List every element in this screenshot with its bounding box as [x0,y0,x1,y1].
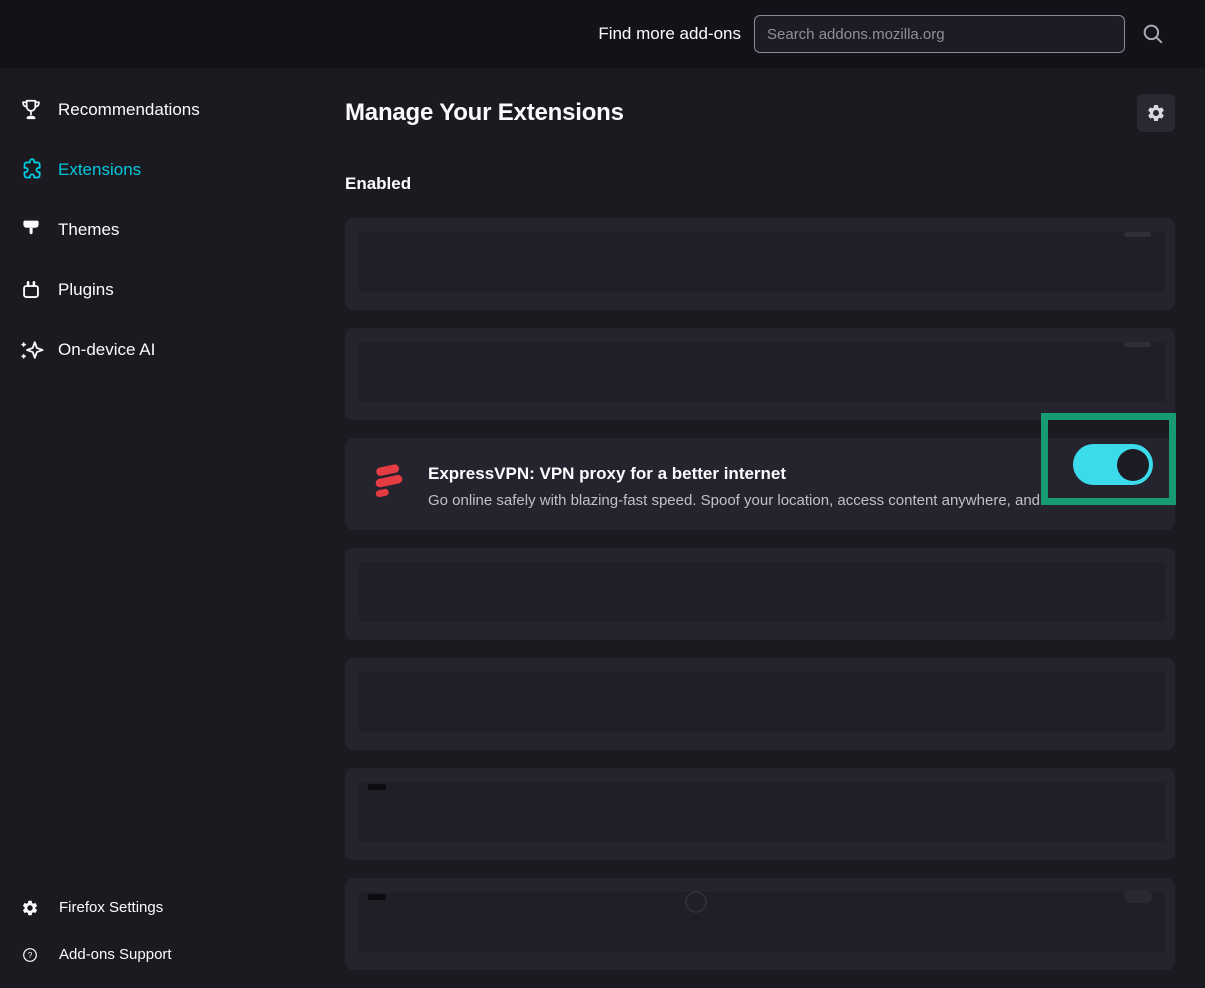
page-title: Manage Your Extensions [345,99,624,127]
redacted-circle-hint [685,891,707,913]
extension-card-list: ExpressVPN: VPN proxy for a better inter… [345,218,1175,970]
sidebar-item-label: Recommendations [58,100,200,120]
sidebar-footer-label: Firefox Settings [59,899,163,916]
sidebar-item-firefox-settings[interactable]: Firefox Settings [0,884,345,931]
redacted-toggle-hint [1124,342,1151,347]
sidebar-item-label: Extensions [58,160,141,180]
sparkle-icon [18,337,44,363]
search-input[interactable] [754,15,1125,53]
search-icon [1140,21,1166,47]
redacted-content [359,892,1165,952]
plug-icon [18,277,44,303]
search-button[interactable] [1138,19,1168,49]
extension-card-placeholder[interactable] [345,218,1175,310]
paintbrush-icon [18,217,44,243]
sidebar-item-themes[interactable]: Themes [0,200,345,260]
redacted-content [359,562,1165,622]
extension-info: ExpressVPN: VPN proxy for a better inter… [428,463,1025,510]
trophy-icon [18,97,44,123]
question-circle-icon: ? [21,946,39,964]
sidebar-footer-label: Add-ons Support [59,946,172,963]
extension-card-expressvpn[interactable]: ExpressVPN: VPN proxy for a better inter… [345,438,1175,530]
expressvpn-logo-icon [366,459,410,503]
gear-icon [1146,103,1166,123]
puzzle-icon [18,157,44,183]
toggle-knob [1117,449,1149,481]
redacted-icon-hint [368,784,386,790]
redacted-toggle-hint [1124,890,1152,903]
extensions-settings-button[interactable] [1137,94,1175,132]
enabled-section-label: Enabled [345,173,1175,195]
sidebar-item-label: Themes [58,220,119,240]
sidebar-item-plugins[interactable]: Plugins [0,260,345,320]
redacted-content [359,782,1165,842]
topbar: Find more add-ons [0,0,1205,68]
redacted-content [359,342,1165,402]
sidebar-item-recommendations[interactable]: Recommendations [0,80,345,140]
sidebar: Recommendations Extensions Themes [0,68,345,988]
sidebar-item-on-device-ai[interactable]: On-device AI [0,320,345,380]
sidebar-item-label: On-device AI [58,340,155,360]
main-content: Manage Your Extensions Enabled [345,68,1175,988]
main-header: Manage Your Extensions [345,94,1175,132]
redacted-toggle-hint [1124,232,1151,237]
sidebar-nav: Recommendations Extensions Themes [0,80,345,380]
extension-description: Go online safely with blazing-fast speed… [428,491,1118,510]
svg-text:?: ? [28,950,33,959]
gear-icon [21,899,39,917]
extension-enable-toggle[interactable] [1073,444,1153,485]
extension-card-placeholder[interactable] [345,768,1175,860]
redacted-content [359,232,1165,292]
redacted-content [359,672,1165,732]
extension-card-placeholder[interactable] [345,658,1175,750]
sidebar-footer: Firefox Settings ? Add-ons Support [0,884,345,988]
sidebar-item-addons-support[interactable]: ? Add-ons Support [0,931,345,978]
redacted-icon-hint [368,894,386,900]
extension-card-placeholder[interactable] [345,328,1175,420]
extension-card-placeholder[interactable] [345,878,1175,970]
extension-name[interactable]: ExpressVPN: VPN proxy for a better inter… [428,463,1025,484]
extension-card-placeholder[interactable] [345,548,1175,640]
sidebar-item-extensions[interactable]: Extensions [0,140,345,200]
find-more-addons-label: Find more add-ons [598,24,741,44]
sidebar-item-label: Plugins [58,280,114,300]
